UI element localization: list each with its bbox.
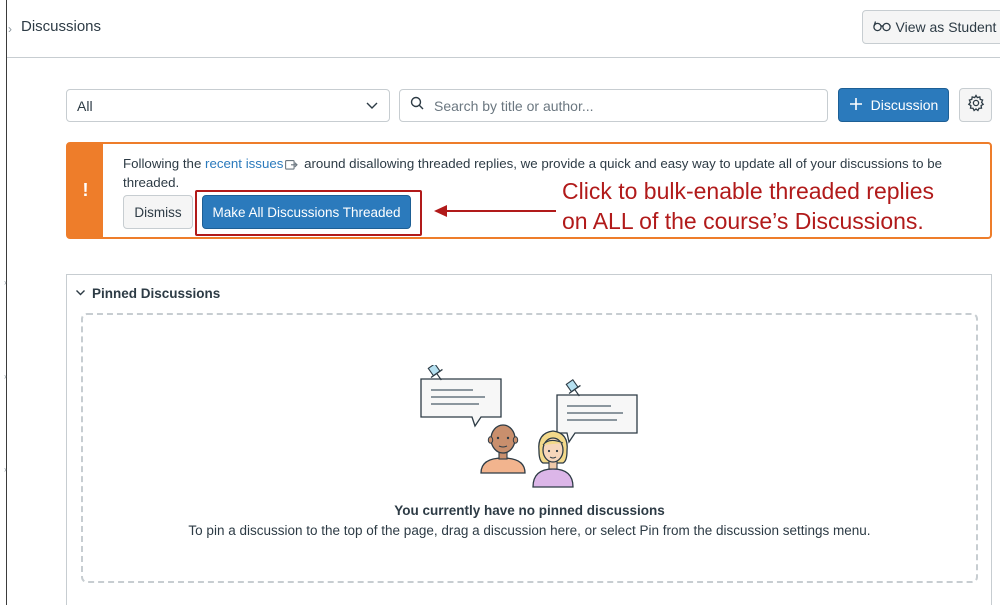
settings-button[interactable] <box>959 88 992 122</box>
left-edge-mark: › <box>4 372 7 381</box>
pinned-discussions-panel: Pinned Discussions You currently have no… <box>66 274 992 605</box>
chevron-down-icon <box>75 286 86 301</box>
chevron-down-icon <box>365 98 379 115</box>
dismiss-button[interactable]: Dismiss <box>123 195 193 229</box>
filter-select[interactable]: All <box>66 89 390 122</box>
page-header: Discussions View as Student <box>7 0 1000 58</box>
search-input[interactable] <box>434 97 814 114</box>
glasses-icon <box>872 19 891 35</box>
empty-state-title: You currently have no pinned discussions <box>394 503 665 518</box>
filter-value: All <box>77 97 93 114</box>
left-edge-divider <box>6 0 7 605</box>
annotation-line-1: Click to bulk-enable threaded replies <box>562 178 935 204</box>
people-chat-illustration <box>417 363 643 495</box>
recent-issues-link[interactable]: recent issues <box>205 156 283 171</box>
empty-state-description: To pin a discussion to the top of the pa… <box>188 523 871 538</box>
view-as-student-label: View as Student <box>895 19 997 35</box>
pinned-section-toggle[interactable]: Pinned Discussions <box>75 286 220 301</box>
add-discussion-button[interactable]: Discussion <box>838 88 949 122</box>
view-as-student-button[interactable]: View as Student <box>862 10 1000 44</box>
plus-icon <box>849 97 863 114</box>
search-field[interactable] <box>399 89 828 122</box>
annotation-callout: Click to bulk-enable threaded replies on… <box>562 176 982 236</box>
search-icon <box>410 96 424 115</box>
add-discussion-label: Discussion <box>870 97 939 113</box>
pinned-section-title: Pinned Discussions <box>92 286 221 301</box>
make-all-threaded-button[interactable]: Make All Discussions Threaded <box>202 195 411 229</box>
annotation-arrow-icon <box>434 203 556 224</box>
external-link-icon <box>285 157 299 174</box>
gear-icon <box>967 93 985 117</box>
pinned-drop-zone[interactable]: You currently have no pinned discussions… <box>81 313 978 583</box>
left-edge-mark: › <box>4 465 7 474</box>
page-title: Discussions <box>21 18 102 35</box>
warning-icon: ! <box>68 144 103 237</box>
alert-text-prefix: Following the <box>123 156 206 171</box>
annotation-line-2: on ALL of the course’s Discussions. <box>562 208 924 234</box>
left-edge-mark: › <box>4 278 7 287</box>
